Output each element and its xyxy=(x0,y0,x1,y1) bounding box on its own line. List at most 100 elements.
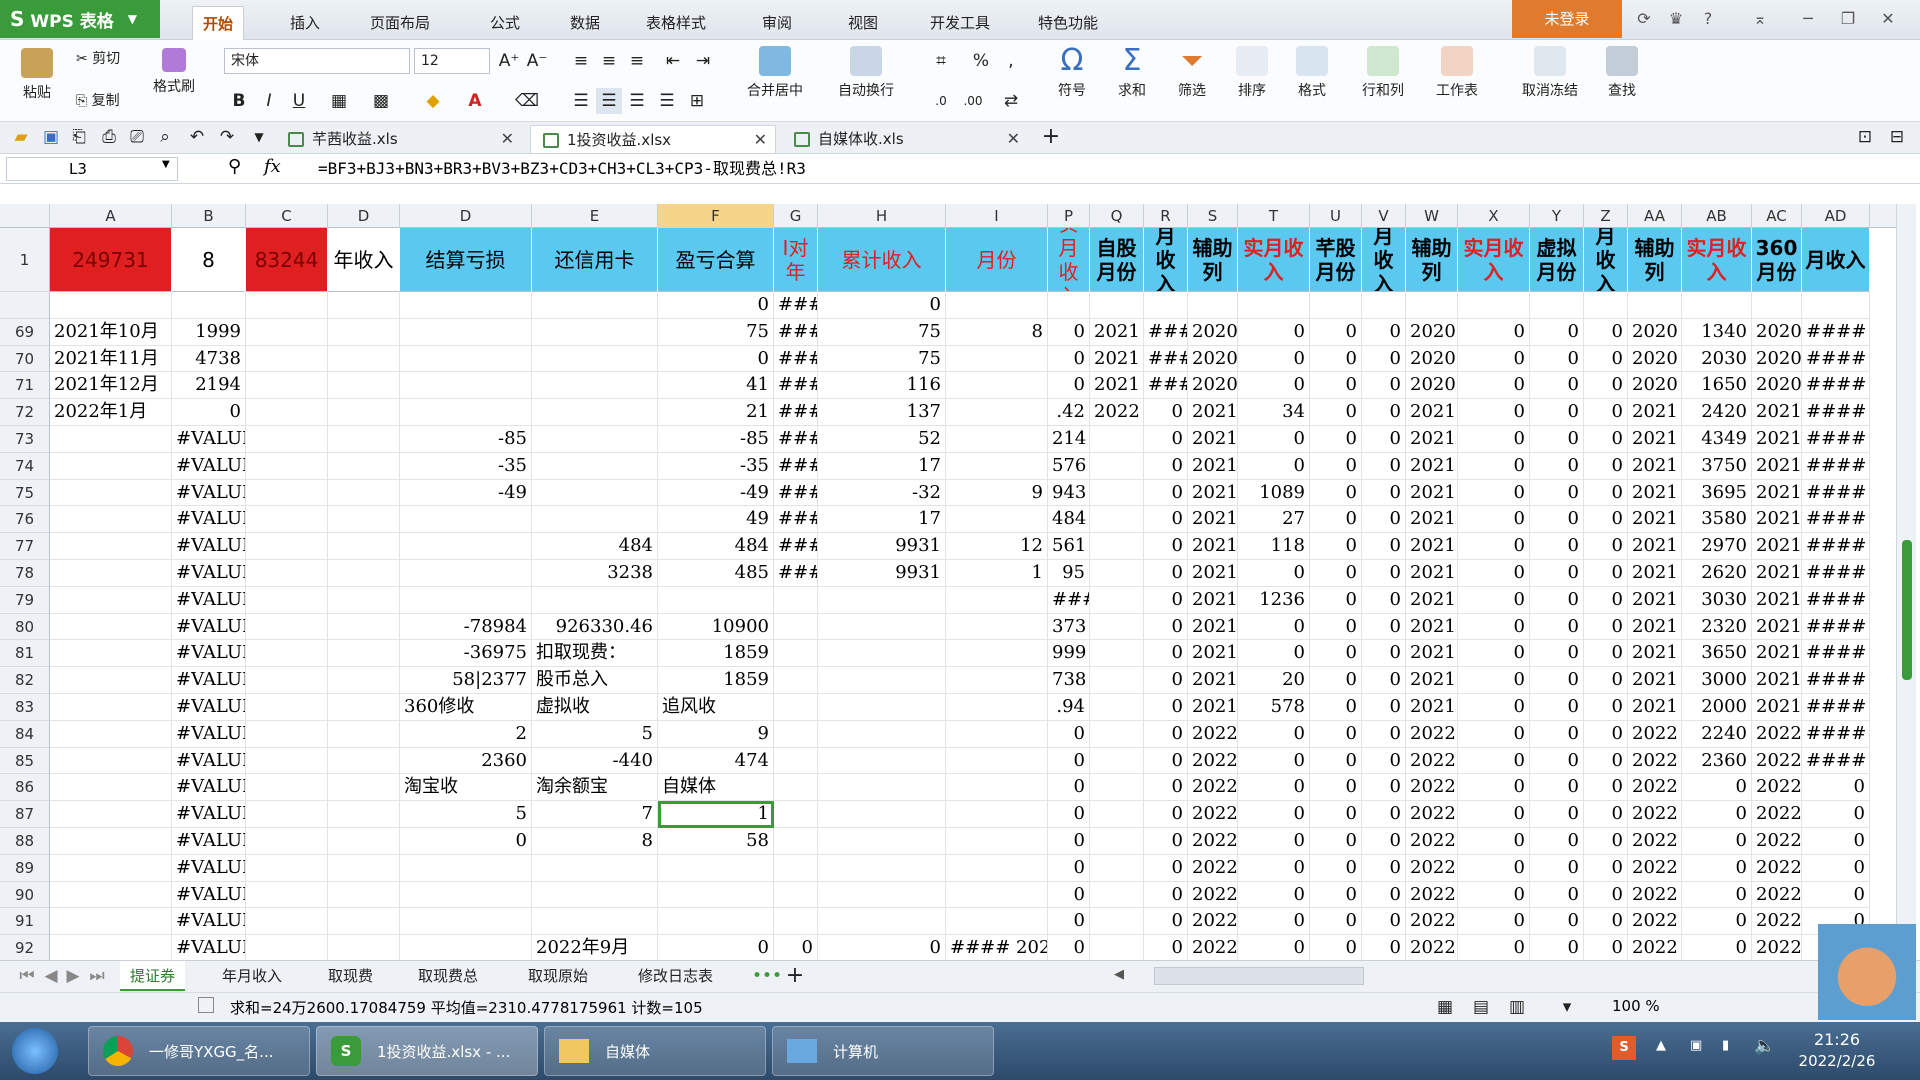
cell-Q[interactable] xyxy=(1090,292,1144,319)
column-header[interactable]: AA xyxy=(1628,204,1682,228)
cell-V[interactable]: 0 xyxy=(1362,854,1406,882)
cell-F[interactable]: -49 xyxy=(658,479,774,507)
cell-F[interactable]: 474 xyxy=(658,747,774,775)
cell-B[interactable] xyxy=(172,292,246,319)
cell-V[interactable]: 0 xyxy=(1362,881,1406,909)
cell-D[interactable]: -78984 xyxy=(400,613,532,641)
cell-Q[interactable] xyxy=(1090,801,1144,828)
column-header[interactable]: I xyxy=(946,204,1048,228)
column-header[interactable]: V xyxy=(1362,204,1406,228)
cell-H[interactable]: 17 xyxy=(818,506,946,534)
header-cell-E[interactable]: 还信用卡 xyxy=(532,228,658,292)
cell-H[interactable] xyxy=(818,828,946,855)
cell-R[interactable]: 0 xyxy=(1144,533,1188,560)
cell-P[interactable]: 0 xyxy=(1048,720,1090,748)
cell-U[interactable] xyxy=(1310,292,1362,319)
cell-AB[interactable]: 2970 xyxy=(1682,533,1752,560)
cell-H[interactable] xyxy=(818,613,946,641)
cell-W[interactable]: 2022 xyxy=(1406,881,1458,909)
cell-B[interactable]: #VALUE! xyxy=(172,694,246,721)
cell-U[interactable]: 0 xyxy=(1310,774,1362,802)
cell-AB[interactable]: 3580 xyxy=(1682,506,1752,534)
cell[interactable] xyxy=(246,854,328,882)
cell-AB[interactable]: 2240 xyxy=(1682,720,1752,748)
cell-R[interactable]: 0 xyxy=(1144,399,1188,426)
cell-Q[interactable] xyxy=(1090,854,1144,882)
cell-W[interactable]: 2021 xyxy=(1406,399,1458,426)
cell-W[interactable]: 2021 xyxy=(1406,613,1458,641)
cell-F[interactable]: 自媒体 xyxy=(658,774,774,802)
cell-A[interactable] xyxy=(50,560,172,587)
border-icon[interactable]: ▦ xyxy=(326,88,352,114)
help-icon[interactable]: ? xyxy=(1694,6,1722,32)
cell-Z[interactable]: 0 xyxy=(1584,908,1628,936)
cell-E[interactable]: 484 xyxy=(532,533,658,560)
sum-button[interactable]: Σ 求和 xyxy=(1104,46,1160,100)
cell-AB[interactable]: 0 xyxy=(1682,828,1752,855)
cell-S[interactable]: 2021 xyxy=(1188,452,1238,480)
cell-Y[interactable]: 0 xyxy=(1530,747,1584,775)
cell-X[interactable]: 0 xyxy=(1458,613,1530,641)
cell-S[interactable]: 2021 xyxy=(1188,586,1238,614)
cell-I[interactable] xyxy=(946,586,1048,614)
cell-Y[interactable]: 0 xyxy=(1530,640,1584,668)
cell-G[interactable] xyxy=(774,667,818,694)
decrease-font-icon[interactable]: A⁻ xyxy=(524,48,550,74)
cell-Y[interactable]: 0 xyxy=(1530,506,1584,534)
cell-A[interactable] xyxy=(50,774,172,802)
cell-AA[interactable]: 2022 xyxy=(1628,828,1682,855)
cell-E[interactable] xyxy=(532,479,658,507)
cell-S[interactable]: 2021 xyxy=(1188,399,1238,426)
cell-X[interactable]: 0 xyxy=(1458,479,1530,507)
cell-Y[interactable]: 0 xyxy=(1530,399,1584,426)
cell-G[interactable]: ### xyxy=(774,533,818,560)
cell-I[interactable] xyxy=(946,292,1048,319)
cell-W[interactable]: 2020 xyxy=(1406,372,1458,400)
fill-color-icon[interactable]: ◆ xyxy=(420,88,446,114)
cell-A[interactable] xyxy=(50,854,172,882)
cell-U[interactable]: 0 xyxy=(1310,533,1362,560)
export-icon[interactable]: ⎗ xyxy=(66,124,92,150)
cell-Q[interactable] xyxy=(1090,881,1144,909)
comma-icon[interactable]: , xyxy=(998,48,1024,74)
cell-Z[interactable]: 0 xyxy=(1584,881,1628,909)
redo-icon[interactable]: ↷ xyxy=(214,124,240,150)
cell-E[interactable]: 926330.46 xyxy=(532,613,658,641)
italic-icon[interactable]: I xyxy=(256,88,282,114)
symbol-button[interactable]: Ω 符号 xyxy=(1044,46,1100,100)
cell-I[interactable] xyxy=(946,828,1048,855)
cell-X[interactable]: 0 xyxy=(1458,586,1530,614)
cell-Z[interactable]: 0 xyxy=(1584,613,1628,641)
cell-P[interactable]: 943 xyxy=(1048,479,1090,507)
cell-P[interactable]: 561 xyxy=(1048,533,1090,560)
cell-E[interactable]: 5 xyxy=(532,720,658,748)
cell-I[interactable]: 12 xyxy=(946,533,1048,560)
cell-U[interactable]: 0 xyxy=(1310,667,1362,694)
row-header[interactable]: 69 xyxy=(0,318,50,346)
cell-G[interactable]: 0 xyxy=(774,935,818,962)
file-tab-0[interactable]: 芊茜收益.xls ✕ xyxy=(276,125,522,153)
cell-A[interactable] xyxy=(50,292,172,319)
cell-AA[interactable]: 2022 xyxy=(1628,774,1682,802)
row-header[interactable]: 79 xyxy=(0,586,50,614)
cell[interactable] xyxy=(328,881,400,909)
cell[interactable] xyxy=(246,426,328,453)
cell-W[interactable]: 2021 xyxy=(1406,694,1458,721)
row-header[interactable]: 84 xyxy=(0,720,50,748)
cell-AB[interactable]: 0 xyxy=(1682,774,1752,802)
cell-Y[interactable]: 0 xyxy=(1530,694,1584,721)
cell-AD[interactable]: 0 xyxy=(1802,774,1870,802)
cell-P[interactable]: 0 xyxy=(1048,854,1090,882)
cell-G[interactable] xyxy=(774,640,818,668)
sheet-tab-0[interactable]: 提证券 xyxy=(120,961,186,991)
cell-V[interactable]: 0 xyxy=(1362,479,1406,507)
column-header[interactable]: W xyxy=(1406,204,1458,228)
cell-Y[interactable]: 0 xyxy=(1530,613,1584,641)
cell-H[interactable] xyxy=(818,881,946,909)
cell-B[interactable]: #VALUE! xyxy=(172,452,246,480)
cell-Z[interactable]: 0 xyxy=(1584,479,1628,507)
cell-AA[interactable]: 2021 xyxy=(1628,694,1682,721)
file-tab-2[interactable]: 自媒体收.xls ✕ xyxy=(782,125,1028,153)
row-header[interactable]: 76 xyxy=(0,506,50,534)
cell-U[interactable]: 0 xyxy=(1310,452,1362,480)
